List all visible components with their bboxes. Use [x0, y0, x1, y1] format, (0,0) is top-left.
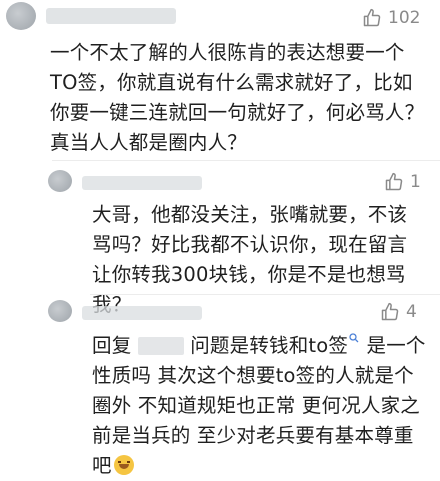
thumbs-up-icon [381, 302, 399, 321]
divider [52, 160, 440, 161]
comment-text: 大哥，他都没关注，张嘴就要，不该骂吗？好比我都不认识你，现在留言让你转我300块… [92, 203, 408, 316]
thumbs-up-icon [363, 8, 381, 27]
username-blurred[interactable] [46, 8, 176, 24]
divider [90, 294, 440, 295]
comment-text: 一个不太了解的人很陈肯的表达想要一个TO签，你就直说有什么需求就好了，比如你要一… [50, 41, 425, 154]
like-button[interactable]: 4 [380, 302, 417, 322]
username-blurred[interactable] [82, 176, 202, 190]
reply-prefix: 回复 [92, 334, 132, 357]
like-button[interactable]: 102 [362, 8, 420, 28]
mention-blurred[interactable] [137, 337, 184, 355]
thumbs-up-icon [385, 172, 403, 191]
like-button[interactable]: 1 [384, 172, 421, 192]
avatar[interactable] [48, 170, 72, 192]
avatar[interactable] [6, 2, 36, 30]
laughing-emoji-icon [113, 455, 134, 475]
comment-text: 回复 问题是转钱和to签 是一个性质吗 其次这个想要to签的人就是个圈外 不知道… [92, 332, 426, 477]
username-blurred[interactable] [82, 306, 202, 320]
like-count: 1 [410, 172, 421, 192]
like-count: 102 [388, 8, 421, 28]
search-icon[interactable] [348, 332, 360, 344]
like-count: 4 [406, 302, 417, 322]
avatar[interactable] [48, 300, 72, 322]
